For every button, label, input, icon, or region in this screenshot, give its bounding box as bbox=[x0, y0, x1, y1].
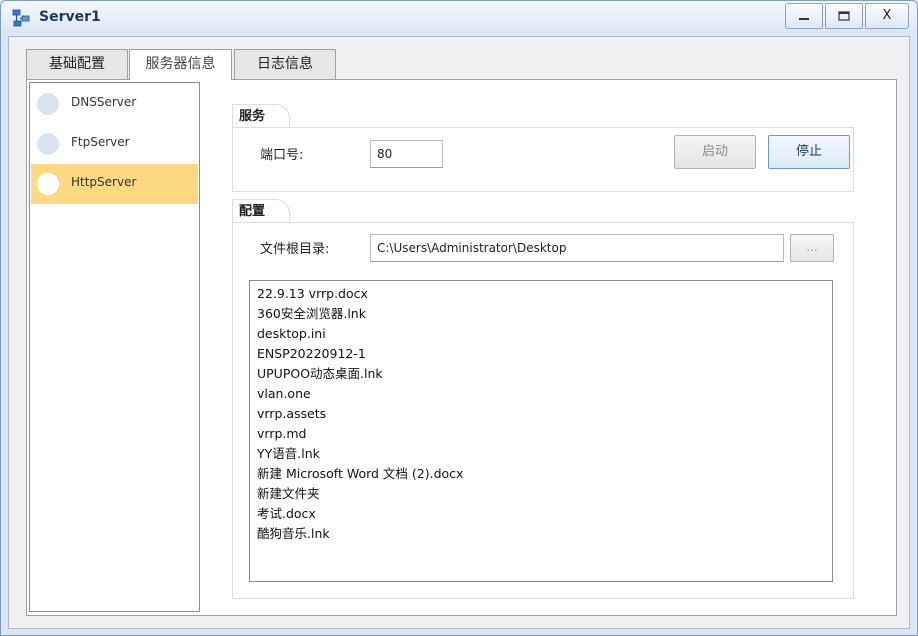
server-status-icon bbox=[37, 173, 59, 195]
root-dir-input[interactable]: C:\Users\Administrator\Desktop bbox=[370, 234, 784, 262]
list-item[interactable]: ENSP20220912-1 bbox=[257, 344, 825, 364]
server-type-list: DNSServer FtpServer HttpServer bbox=[29, 82, 200, 612]
server-status-icon bbox=[37, 93, 59, 115]
file-list[interactable]: 22.9.13 vrrp.docx 360安全浏览器.lnk desktop.i… bbox=[249, 280, 833, 582]
server-network-icon bbox=[12, 9, 30, 27]
list-item[interactable]: YY语音.lnk bbox=[257, 444, 825, 464]
maximize-icon bbox=[838, 10, 850, 21]
list-item[interactable]: 考试.docx bbox=[257, 504, 825, 524]
stop-button[interactable]: 停止 bbox=[768, 135, 850, 169]
root-dir-label: 文件根目录: bbox=[260, 242, 330, 257]
sidebar-item-label: DNSServer bbox=[71, 95, 137, 109]
maximize-button[interactable] bbox=[825, 3, 863, 29]
sidebar-item-ftpserver[interactable]: FtpServer bbox=[31, 124, 198, 164]
sidebar-item-dnsserver[interactable]: DNSServer bbox=[31, 84, 198, 124]
title-bar[interactable]: Server1 X bbox=[1, 1, 917, 35]
sidebar-item-label: HttpServer bbox=[71, 175, 137, 189]
close-icon: X bbox=[882, 8, 892, 23]
server-status-icon bbox=[37, 133, 59, 155]
list-item[interactable]: 22.9.13 vrrp.docx bbox=[257, 284, 825, 304]
tab-server-info[interactable]: 服务器信息 bbox=[129, 49, 232, 80]
browse-button[interactable]: ... bbox=[790, 234, 834, 262]
sidebar-item-httpserver[interactable]: HttpServer bbox=[31, 164, 198, 204]
service-group-title: 服务 bbox=[232, 104, 290, 128]
list-item[interactable]: 360安全浏览器.lnk bbox=[257, 304, 825, 324]
list-item[interactable]: 新建 Microsoft Word 文档 (2).docx bbox=[257, 464, 825, 484]
list-item[interactable]: UPUPOO动态桌面.lnk bbox=[257, 364, 825, 384]
start-button[interactable]: 启动 bbox=[674, 135, 756, 169]
port-label: 端口号: bbox=[260, 148, 304, 163]
minimize-button[interactable] bbox=[785, 3, 823, 29]
list-item[interactable]: 新建文件夹 bbox=[257, 484, 825, 504]
sidebar-item-label: FtpServer bbox=[71, 135, 130, 149]
close-button[interactable]: X bbox=[865, 3, 909, 29]
tab-log-info[interactable]: 日志信息 bbox=[234, 49, 336, 79]
port-input[interactable]: 80 bbox=[370, 140, 443, 168]
list-item[interactable]: vrrp.md bbox=[257, 424, 825, 444]
service-group bbox=[232, 127, 854, 192]
tab-basic-config[interactable]: 基础配置 bbox=[26, 49, 128, 79]
minimize-icon bbox=[799, 17, 809, 20]
server-info-panel: DNSServer FtpServer HttpServer 服务 端口号: 8… bbox=[26, 79, 897, 616]
list-item[interactable]: vrrp.assets bbox=[257, 404, 825, 424]
server-window: Server1 X 基础配置 服务器信息 日志信息 DNSServer FtpS… bbox=[0, 0, 918, 636]
list-item[interactable]: desktop.ini bbox=[257, 324, 825, 344]
client-area: 基础配置 服务器信息 日志信息 DNSServer FtpServer Http… bbox=[8, 36, 910, 629]
list-item[interactable]: vlan.one bbox=[257, 384, 825, 404]
list-item[interactable]: 酷狗音乐.lnk bbox=[257, 524, 825, 544]
window-title: Server1 bbox=[39, 9, 101, 25]
config-group-title: 配置 bbox=[232, 199, 290, 223]
